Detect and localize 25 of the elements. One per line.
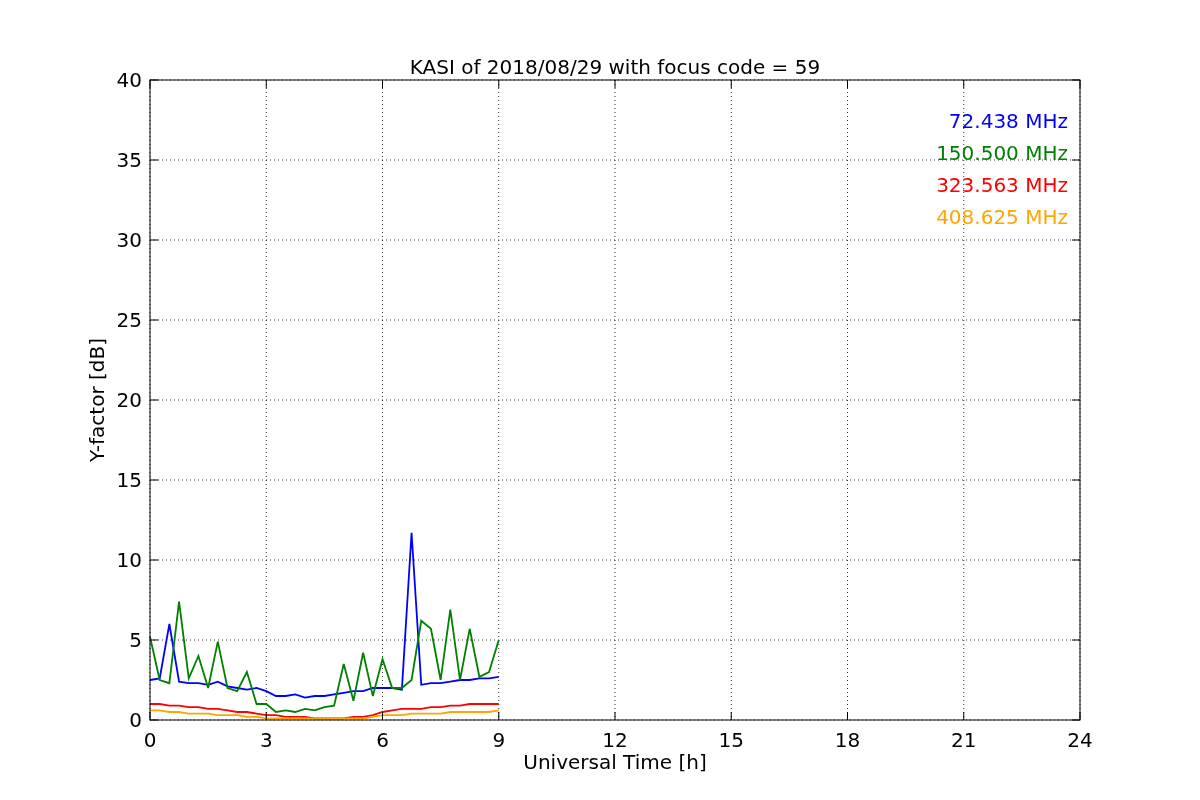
y-tick-label: 0 — [129, 708, 142, 732]
y-tick-label: 5 — [129, 628, 142, 652]
y-tick-label: 40 — [116, 68, 142, 92]
x-tick-label: 15 — [718, 728, 744, 752]
y-tick-label: 25 — [116, 308, 142, 332]
y-tick-label: 15 — [116, 468, 142, 492]
legend-label: 150.500 MHz — [936, 141, 1068, 165]
legend-label: 408.625 MHz — [936, 205, 1068, 229]
legend-label: 323.563 MHz — [936, 173, 1068, 197]
x-axis-label: Universal Time [h] — [523, 750, 707, 774]
y-tick-label: 30 — [116, 228, 142, 252]
chart-title: KASI of 2018/08/29 with focus code = 59 — [409, 55, 821, 79]
x-tick-label: 6 — [376, 728, 389, 752]
x-tick-label: 9 — [492, 728, 506, 752]
legend-label: 72.438 MHz — [948, 109, 1068, 133]
x-tick-label: 21 — [951, 728, 977, 752]
y-axis-label: Y-factor [dB] — [85, 338, 109, 462]
y-tick-label: 35 — [116, 148, 142, 172]
x-tick-label: 12 — [602, 728, 628, 752]
y-tick-label: 20 — [116, 388, 142, 412]
x-tick-label: 0 — [143, 728, 157, 752]
y-tick-label: 10 — [116, 548, 142, 572]
x-tick-label: 3 — [259, 728, 273, 752]
x-tick-label: 18 — [834, 728, 861, 752]
x-tick-label: 24 — [1067, 728, 1093, 752]
